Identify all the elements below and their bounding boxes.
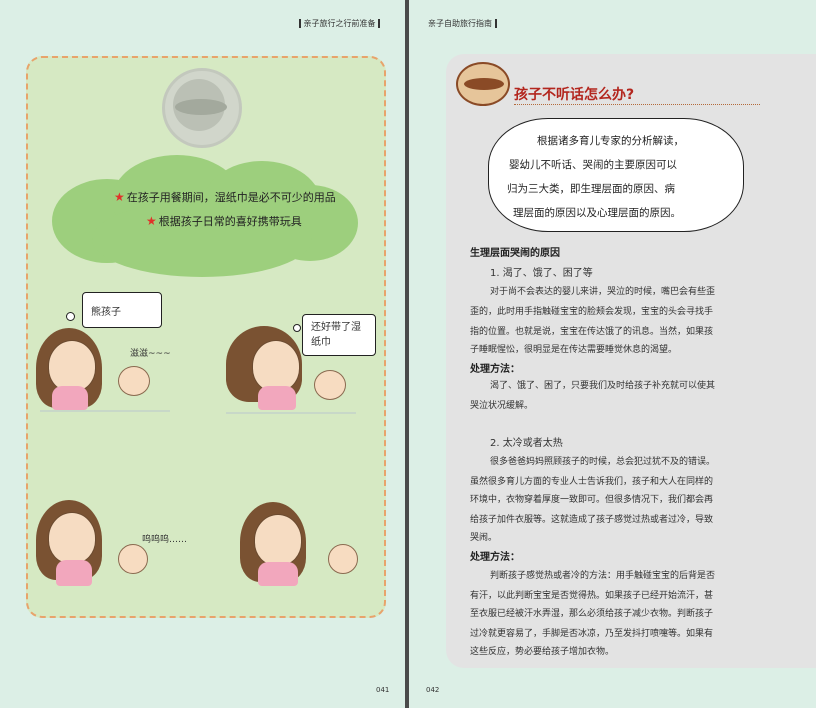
comic-sound-2: 呜呜呜……: [142, 535, 188, 545]
method-2-line: 这些反应，势必要给孩子增加衣物。: [470, 647, 615, 657]
tip-1: ★ 在孩子用餐期间，湿纸巾是必不可少的用品: [114, 189, 336, 205]
tip-2-text: 根据孩子日常的喜好携带玩具: [158, 215, 302, 228]
comic-bubble-2: 还好带了湿 纸巾: [302, 314, 376, 356]
method-2-line: 有汗，以此判断宝宝是否觉得热。如果孩子已经开始流汗，甚: [470, 591, 714, 601]
comic-bubble-1: 熊孩子: [82, 292, 162, 328]
method-2-line: 至衣服已经被汗水弄湿，那么必须给孩子减少衣物。判断孩子: [470, 609, 714, 619]
comic-sound-1: 滋滋~~~: [130, 349, 171, 359]
right-running-head: 亲子自助旅行指南: [428, 18, 497, 29]
method-2-line: 过冷就更容易了，手脚是否冰凉，乃至发抖打喷嚏等。如果有: [470, 629, 714, 639]
method-2-line: 判断孩子感觉热或者冷的方法：用手触碰宝宝的后背是否: [490, 571, 716, 581]
running-head-bar: [378, 19, 380, 28]
running-head-bar: [494, 19, 497, 28]
item-2-line: 哭闹。: [470, 533, 498, 543]
thought-dot: [66, 312, 75, 321]
girl-body: [258, 386, 296, 410]
girl-face-angry: [48, 340, 96, 392]
running-head-bar: [298, 19, 301, 28]
page-number-left: 041: [376, 686, 390, 694]
tip-2: ★ 根据孩子日常的喜好携带玩具: [146, 213, 302, 229]
girl-body: [52, 386, 88, 410]
girl-face-happy: [252, 340, 300, 392]
baby-face: [118, 366, 150, 396]
comic-bubble-1-text: 熊孩子: [91, 307, 121, 318]
item-2-line: 环境中，衣物穿着厚度一致即可。但很多情况下，我们都会再: [470, 495, 714, 505]
travel-guide-watermark-icon: [162, 68, 242, 148]
intro-line-2: 婴幼儿不听话、哭闹的主要原因可以: [509, 159, 677, 171]
right-running-head-text: 亲子自助旅行指南: [428, 19, 492, 28]
table-edge: [40, 410, 170, 412]
intro-speech-bubble: 根据诸多育儿专家的分析解读， 婴幼儿不听话、哭闹的主要原因可以 归为三大类，即生…: [488, 118, 744, 232]
comic-bubble-2-line-2: 纸巾: [311, 337, 331, 348]
title-rule: [514, 104, 760, 105]
item-2-title: 2. 太冷或者太热: [490, 438, 563, 449]
travel-guide-logo-icon: [456, 62, 510, 106]
item-2-line: 很多爸爸妈妈照顾孩子的时候，总会犯过犹不及的错误。: [490, 457, 716, 467]
item-1-line: 指的位置。也就是说，宝宝在传达饿了的讯息。当然，如果孩: [470, 327, 714, 337]
method-label-2: 处理方法：: [470, 552, 520, 563]
intro-line-3: 归为三大类，即生理层面的原因、病: [507, 183, 675, 195]
page-number-right: 042: [426, 686, 440, 694]
left-running-head: 亲子旅行之行前准备: [298, 18, 380, 29]
method-1-line: 哭泣状况缓解。: [470, 401, 534, 411]
item-1-line: 子睡眠惺忪，很明显是在传达需要睡觉休息的渴望。: [470, 345, 678, 355]
intro-line-1: 根据诸多育儿专家的分析解读，: [537, 135, 684, 147]
section-heading: 生理层面哭闹的原因: [470, 248, 560, 259]
left-running-head-text: 亲子旅行之行前准备: [303, 19, 376, 28]
item-1-title: 1. 渴了、饿了、困了等: [490, 268, 593, 279]
item-2-line: 虽然很多育儿方面的专业人士告诉我们，孩子和大人在同样的: [470, 477, 714, 487]
star-icon: ★: [114, 190, 125, 204]
comic-bubble-2-line-1: 还好带了湿: [311, 322, 361, 333]
thought-dot: [293, 324, 301, 332]
page-title: 孩子不听话怎么办?: [514, 87, 635, 103]
baby-face: [314, 370, 346, 400]
girl-body: [56, 560, 92, 586]
baby-face: [328, 544, 358, 574]
method-label-1: 处理方法：: [470, 364, 520, 375]
tips-cloud: ★ 在孩子用餐期间，湿纸巾是必不可少的用品 ★ 根据孩子日常的喜好携带玩具: [52, 155, 358, 279]
star-icon: ★: [146, 214, 157, 228]
girl-face-sad: [48, 512, 96, 564]
method-1-line: 渴了、饿了、困了，只要我们及时给孩子补充就可以使其: [490, 381, 716, 391]
item-1-line: 歪的，此时用手指触碰宝宝的脸颊会发现，宝宝的头会寻找手: [470, 307, 714, 317]
baby-face: [118, 544, 148, 574]
tip-1-text: 在孩子用餐期间，湿纸巾是必不可少的用品: [126, 191, 336, 204]
left-page: 亲子旅行之行前准备 ★ 在孩子用餐期间，湿纸巾是必不可少的用品 ★ 根据孩子日常的喜…: [0, 0, 406, 708]
table-edge: [226, 412, 356, 414]
book-spine: [405, 0, 409, 708]
girl-face-smile: [254, 514, 302, 566]
item-1-line: 对于尚不会表达的婴儿来讲，哭泣的时候，嘴巴会有些歪: [490, 287, 716, 297]
girl-body: [258, 562, 298, 586]
intro-line-4: 理层面的原因以及心理层面的原因。: [513, 207, 681, 219]
item-2-line: 给孩子加件衣服等。这就造成了孩子感觉过热或者过冷，导致: [470, 515, 714, 525]
